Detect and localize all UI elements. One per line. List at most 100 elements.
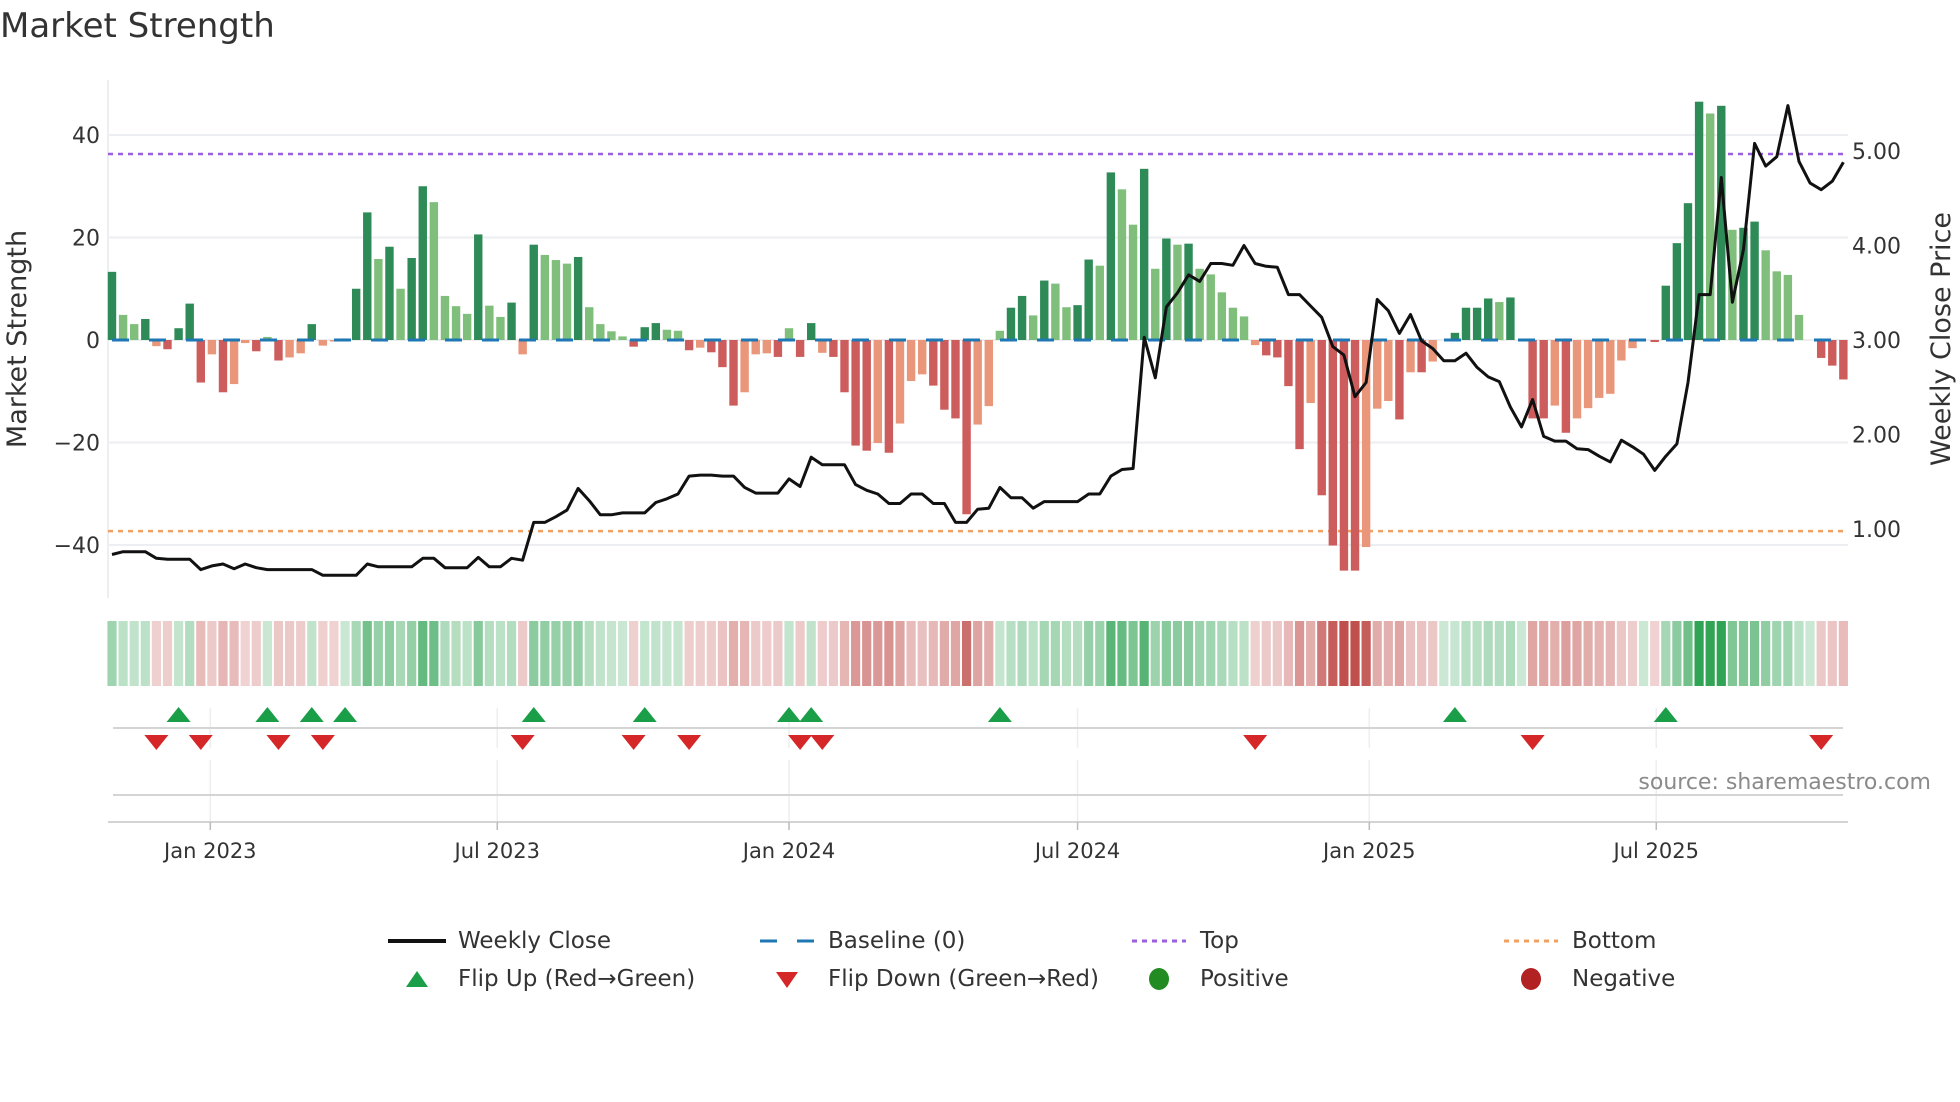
strength-bar [585, 307, 594, 340]
heatmap-cell [540, 621, 550, 686]
green-dot-icon [1130, 967, 1188, 991]
solid-line-icon [388, 929, 446, 953]
strength-bar [429, 202, 439, 340]
heatmap-cell [928, 621, 938, 686]
strength-bar [807, 323, 816, 340]
y2-tick-label: 5.00 [1852, 140, 1901, 165]
heatmap-cell [684, 621, 694, 686]
heatmap-cell [1261, 621, 1271, 686]
flip-up-marker [299, 707, 324, 722]
x-tick-label: Jul 2025 [1612, 839, 1699, 863]
legend-item-baseline[interactable]: Baseline (0) [758, 928, 965, 954]
flip-down-marker [621, 735, 646, 750]
strength-bar [1761, 250, 1770, 340]
heatmap-cell [1372, 621, 1382, 686]
strength-bar [518, 340, 527, 355]
heatmap-cell [1638, 621, 1649, 686]
strength-bar [485, 305, 494, 340]
legend-item-negative[interactable]: Negative [1502, 966, 1675, 992]
strength-bar [1040, 280, 1049, 340]
heatmap-cell [1694, 621, 1704, 686]
heatmap-cell [1150, 621, 1160, 686]
heatmap-cell [1106, 621, 1116, 686]
heatmap-cell [1816, 621, 1826, 686]
heatmap-cell [1761, 621, 1771, 686]
strength-bar [1250, 340, 1260, 346]
heatmap-cell [606, 621, 617, 686]
strength-bar [917, 340, 927, 375]
heatmap-cell [473, 621, 483, 686]
strength-bar [873, 340, 882, 444]
heatmap-cell [562, 621, 572, 686]
strength-bar [1650, 340, 1659, 343]
triangle-down-icon [758, 967, 816, 991]
strength-bar [1217, 292, 1227, 340]
y-tick-label: −40 [54, 534, 100, 559]
heatmap-cell [795, 621, 805, 686]
heatmap-cell [1128, 621, 1138, 686]
heatmap-cell [573, 621, 583, 686]
heatmap-cell [839, 621, 850, 686]
strength-bar [1572, 340, 1582, 419]
strength-bar [285, 340, 294, 358]
flip-up-marker [166, 707, 191, 722]
strength-bar [496, 316, 505, 340]
heatmap-cell [906, 621, 916, 686]
legend-item-bottom[interactable]: Bottom [1502, 928, 1656, 954]
legend-item-positive[interactable]: Positive [1130, 966, 1289, 992]
legend-item-weekly-close[interactable]: Weekly Close [388, 928, 611, 954]
heatmap-cell [617, 621, 628, 686]
heatmap-cell [1428, 621, 1438, 686]
legend-item-flip-down[interactable]: Flip Down (Green→Red) [758, 966, 1099, 992]
flip-up-marker [521, 707, 546, 722]
strength-bar [129, 324, 139, 340]
heatmap-cell [1627, 621, 1638, 686]
heatmap-cell [196, 621, 206, 686]
heatmap-cell [218, 621, 228, 686]
strength-bar [1561, 340, 1571, 433]
strength-bar [1284, 340, 1293, 387]
heatmap-cell [1683, 621, 1693, 686]
triangle-up-icon [388, 967, 446, 991]
heatmap-cell [1594, 621, 1604, 686]
strength-bar [1073, 305, 1082, 340]
heatmap-cell [506, 621, 517, 686]
strength-bar [1461, 307, 1471, 340]
heatmap-cell [118, 621, 128, 686]
red-dot-icon [1502, 967, 1560, 991]
strength-bar [107, 271, 117, 340]
strength-bar [451, 306, 461, 340]
strength-bar [562, 263, 572, 340]
strength-bar [751, 340, 760, 355]
flip-up-marker [333, 707, 358, 722]
strength-bar [1317, 340, 1326, 496]
strength-bar [640, 327, 649, 340]
strength-bar [684, 340, 694, 351]
heatmap-cell [1461, 621, 1471, 686]
legend-item-top[interactable]: Top [1130, 928, 1239, 954]
flip-up-marker [632, 707, 657, 722]
heatmap-cell [284, 621, 295, 686]
strength-bar [1228, 307, 1238, 340]
heatmap-cell [895, 621, 905, 686]
strength-bar [951, 340, 960, 419]
heatmap-cell [484, 621, 494, 686]
legend-item-flip-up[interactable]: Flip Up (Red→Green) [388, 966, 695, 992]
heatmap-cell [1405, 621, 1416, 686]
strength-bar [240, 340, 250, 344]
strength-bar [207, 340, 217, 355]
heatmap-cell [1272, 621, 1282, 686]
heatmap-cell [318, 621, 328, 686]
strength-bar [474, 234, 483, 340]
strength-bar [307, 324, 316, 340]
strength-bar [1417, 340, 1426, 373]
x-tick-label: Jul 2024 [1033, 839, 1120, 863]
heatmap-cell [340, 621, 350, 686]
strength-bar [1106, 172, 1116, 340]
heatmap-cell [1039, 621, 1049, 686]
strength-bar [573, 256, 583, 340]
strength-bar [318, 340, 328, 346]
heatmap-cell [1794, 621, 1804, 686]
heatmap-cell [717, 621, 728, 686]
heatmap-cell [1417, 621, 1427, 686]
